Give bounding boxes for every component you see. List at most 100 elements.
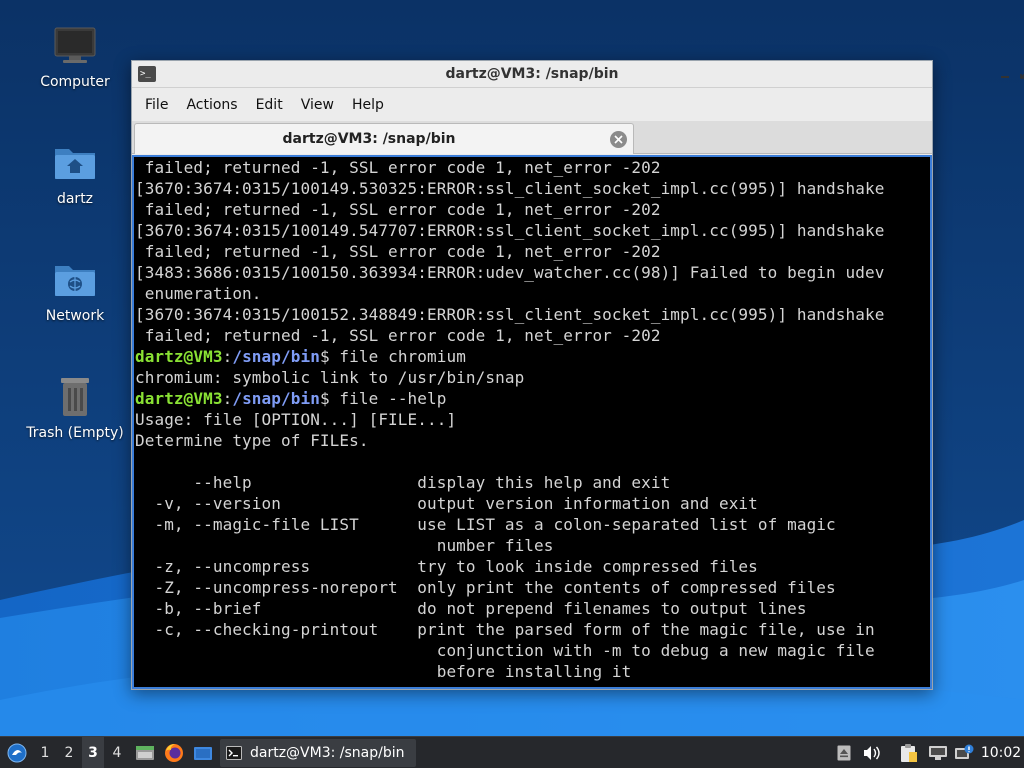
desktop-icon-computer[interactable]: Computer <box>15 22 135 90</box>
trash-icon <box>51 373 99 421</box>
line-text: $ file chromium <box>319 347 466 366</box>
window-titlebar[interactable]: >_ dartz@VM3: /snap/bin <box>132 61 1024 88</box>
desktop-icon-label: Computer <box>40 74 110 90</box>
file-manager-launcher[interactable] <box>133 737 157 768</box>
line-text: -c, --checking-printout print the parsed… <box>135 620 875 639</box>
eject-icon <box>837 745 851 761</box>
minimize-button[interactable] <box>996 65 1014 83</box>
line-text: -m, --magic-file LIST use LIST as a colo… <box>135 515 836 534</box>
menu-edit[interactable]: Edit <box>247 91 292 119</box>
file-manager-icon <box>136 746 154 760</box>
network-icon <box>929 746 947 760</box>
taskbar-window-terminal[interactable]: dartz@VM3: /snap/bin <box>220 739 416 767</box>
terminal-line: number files <box>134 535 930 556</box>
desktop-icon-label: Network <box>45 308 105 324</box>
terminal-line: [3670:3674:0315/100152.348849:ERROR:ssl_… <box>134 304 930 325</box>
terminal-icon <box>226 746 242 760</box>
line-text: failed; returned -1, SSL error code 1, n… <box>135 158 661 177</box>
menu-actions[interactable]: Actions <box>177 91 246 119</box>
taskbar-window-label: dartz@VM3: /snap/bin <box>250 745 405 761</box>
line-text: $ file --help <box>319 389 447 408</box>
update-notifier-icon <box>955 744 974 759</box>
tab-bar: dartz@VM3: /snap/bin <box>132 121 932 154</box>
terminal-line: -m, --magic-file LIST use LIST as a colo… <box>134 514 930 535</box>
prompt-user: dartz@VM3 <box>135 347 223 366</box>
line-text: --help display this help and exit <box>135 473 671 492</box>
line-text: chromium: symbolic link to /usr/bin/snap <box>135 368 525 387</box>
line-text: -b, --brief do not prepend filenames to … <box>135 599 807 618</box>
lubuntu-logo-icon <box>7 743 27 763</box>
terminal-line: -c, --checking-printout print the parsed… <box>134 619 930 640</box>
tray-updates-button[interactable] <box>953 737 975 768</box>
terminal-line: Determine type of FILEs. <box>134 430 930 451</box>
tray-volume-button[interactable] <box>862 737 882 768</box>
terminal-tab[interactable]: dartz@VM3: /snap/bin <box>134 123 634 154</box>
maximize-button[interactable] <box>1016 65 1024 83</box>
menu-view[interactable]: View <box>292 91 343 119</box>
prompt-user: dartz@VM3 <box>135 389 223 408</box>
terminal-output[interactable]: failed; returned -1, SSL error code 1, n… <box>132 155 932 689</box>
terminal-prompt-line: dartz@VM3:/snap/bin$ file --help <box>134 388 930 409</box>
workspace-2[interactable]: 2 <box>58 737 80 768</box>
menu-help[interactable]: Help <box>343 91 393 119</box>
line-text: conjunction with -m to debug a new magic… <box>135 641 875 660</box>
line-text: -v, --version output version information… <box>135 494 758 513</box>
desktop-icon-trash[interactable]: Trash (Empty) <box>15 373 135 441</box>
tray-clipboard-button[interactable] <box>898 737 920 768</box>
terminal-line: enumeration. <box>134 283 930 304</box>
workspace-1[interactable]: 1 <box>34 737 56 768</box>
desktop-icon-home[interactable]: dartz <box>15 139 135 207</box>
terminal-line: failed; returned -1, SSL error code 1, n… <box>134 199 930 220</box>
prompt-separator: : <box>222 389 233 408</box>
desktop-icon <box>194 747 212 760</box>
line-text: [3670:3674:0315/100152.348849:ERROR:ssl_… <box>135 305 885 324</box>
prompt-path: /snap/bin <box>232 347 320 366</box>
terminal-line: chromium: symbolic link to /usr/bin/snap <box>134 367 930 388</box>
line-text: [3483:3686:0315/100150.363934:ERROR:udev… <box>135 263 885 282</box>
close-icon <box>614 135 623 144</box>
line-text: Determine type of FILEs. <box>135 431 369 450</box>
minimize-icon <box>1001 76 1009 78</box>
line-text: failed; returned -1, SSL error code 1, n… <box>135 200 661 219</box>
tray-network-button[interactable] <box>927 737 949 768</box>
desktop-icon-label: Trash (Empty) <box>26 425 124 441</box>
clipboard-icon <box>901 744 917 762</box>
terminal-line: -v, --version output version information… <box>134 493 930 514</box>
menubar: File Actions Edit View Help <box>132 89 932 121</box>
tray-eject-button[interactable] <box>835 737 853 768</box>
maximize-icon <box>1020 73 1024 79</box>
menu-file[interactable]: File <box>136 91 177 119</box>
terminal-line: Usage: file [OPTION...] [FILE...] <box>134 409 930 430</box>
terminal-line: conjunction with -m to debug a new magic… <box>134 640 930 661</box>
volume-icon <box>864 746 880 760</box>
clock[interactable]: 10:02 <box>980 737 1022 768</box>
window-title: dartz@VM3: /snap/bin <box>445 66 619 82</box>
terminal-line: --help display this help and exit <box>134 472 930 493</box>
workspace-4[interactable]: 4 <box>106 737 128 768</box>
tab-title: dartz@VM3: /snap/bin <box>282 131 456 147</box>
show-desktop-button[interactable] <box>191 737 215 768</box>
terminal-line: [3670:3674:0315/100149.530325:ERROR:ssl_… <box>134 178 930 199</box>
terminal-line: [3483:3686:0315/100150.363934:ERROR:udev… <box>134 262 930 283</box>
terminal-line: failed; returned -1, SSL error code 1, n… <box>134 157 930 178</box>
computer-icon <box>51 22 99 70</box>
line-text: [3670:3674:0315/100149.530325:ERROR:ssl_… <box>135 179 885 198</box>
line-text: Usage: file [OPTION...] [FILE...] <box>135 410 457 429</box>
firefox-icon <box>165 744 183 762</box>
desktop-icon-network[interactable]: Network <box>15 256 135 324</box>
workspace-3[interactable]: 3 <box>82 737 104 768</box>
terminal-line: [3670:3674:0315/100149.547707:ERROR:ssl_… <box>134 220 930 241</box>
terminal-line: -Z, --uncompress-noreport only print the… <box>134 577 930 598</box>
line-text: -Z, --uncompress-noreport only print the… <box>135 578 836 597</box>
taskbar: 1 2 3 4 dartz@VM3: /snap/bin 10:02 <box>0 736 1024 768</box>
terminal-line: -z, --uncompress try to look inside comp… <box>134 556 930 577</box>
line-text: [3670:3674:0315/100149.547707:ERROR:ssl_… <box>135 221 885 240</box>
firefox-launcher[interactable] <box>162 737 186 768</box>
terminal-prompt-line: dartz@VM3:/snap/bin$ file chromium <box>134 346 930 367</box>
start-menu-button[interactable] <box>4 737 30 768</box>
terminal-window[interactable]: >_ dartz@VM3: /snap/bin File Actions Edi… <box>131 60 1024 690</box>
terminal-line: -b, --brief do not prepend filenames to … <box>134 598 930 619</box>
network-folder-icon <box>51 256 99 304</box>
tab-close-button[interactable] <box>610 131 627 148</box>
